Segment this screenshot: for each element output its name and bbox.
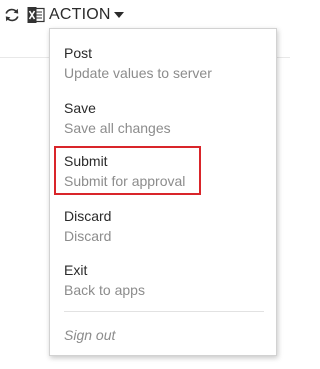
menu-item-title: Save bbox=[64, 100, 96, 116]
menu-item-title: Exit bbox=[64, 262, 88, 278]
menu-item-exit[interactable]: Exit Back to apps bbox=[64, 260, 264, 300]
caret-down-icon bbox=[113, 12, 124, 18]
action-label: ACTION bbox=[49, 6, 111, 23]
menu-item-description: Back to apps bbox=[64, 282, 145, 298]
menu-item-title: Submit bbox=[64, 153, 108, 169]
refresh-icon[interactable] bbox=[3, 6, 21, 24]
menu-item-description: Update values to server bbox=[64, 65, 212, 81]
sign-out-link[interactable]: Sign out bbox=[64, 325, 115, 345]
toolbar: ACTION bbox=[0, 0, 290, 30]
action-dropdown-menu: Post Update values to server Save Save a… bbox=[49, 28, 277, 356]
menu-item-submit[interactable]: Submit Submit for approval bbox=[64, 151, 264, 191]
menu-item-title: Discard bbox=[64, 208, 112, 224]
action-menu-button[interactable]: ACTION bbox=[49, 4, 124, 26]
menu-item-description: Discard bbox=[64, 228, 112, 244]
menu-item-description: Save all changes bbox=[64, 120, 171, 136]
excel-icon[interactable] bbox=[27, 6, 45, 24]
menu-item-discard[interactable]: Discard Discard bbox=[64, 206, 264, 246]
menu-item-title: Post bbox=[64, 45, 93, 61]
menu-item-description: Submit for approval bbox=[64, 173, 186, 189]
menu-separator bbox=[64, 311, 264, 312]
menu-item-post[interactable]: Post Update values to server bbox=[64, 43, 264, 83]
menu-item-save[interactable]: Save Save all changes bbox=[64, 98, 264, 138]
